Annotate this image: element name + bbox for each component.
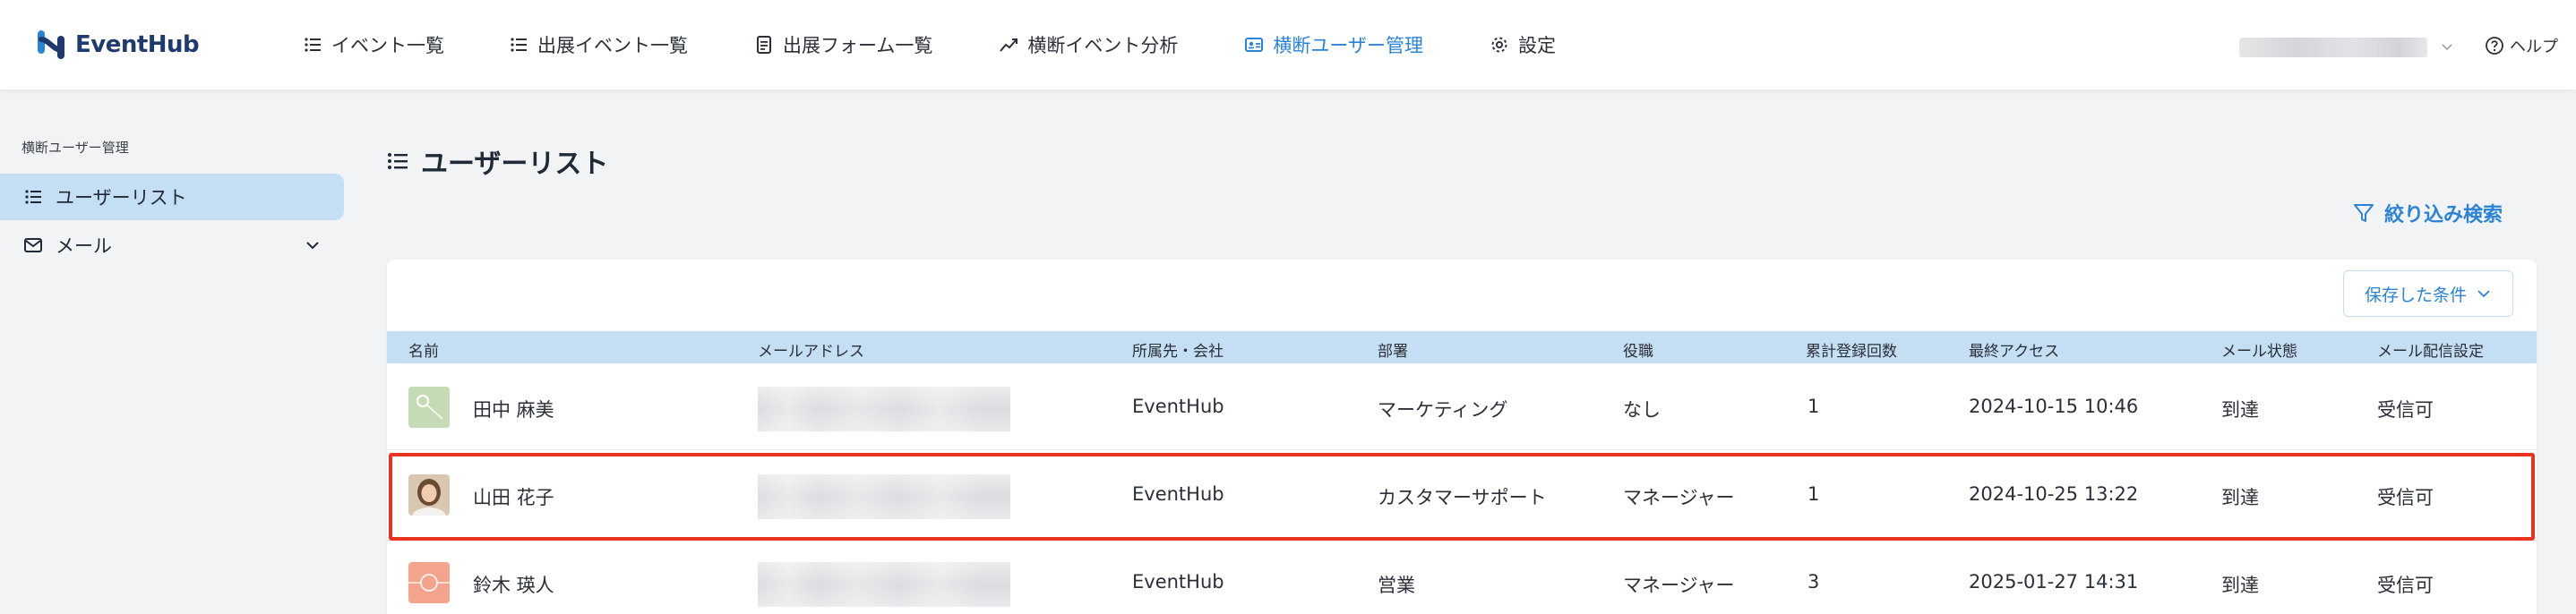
column-header-mail-setting[interactable]: メール配信設定 [2377,338,2484,361]
eventhub-logo[interactable]: EventHub [34,23,200,66]
company: EventHub [1132,396,1224,417]
eventhub-logo-icon [38,30,64,59]
sidebar-item-label: メール [56,235,112,257]
question-circle-icon [2486,37,2503,55]
mail-setting: 受信可 [2377,575,2434,596]
chevron-down-icon[interactable] [2440,39,2454,54]
nav-item-cross-event-analysis[interactable]: 横断イベント分析 [999,31,1178,58]
avatar-placeholder-icon [408,562,450,603]
user-name[interactable]: 山田 花子 [473,483,554,510]
company: EventHub [1132,483,1224,505]
user-name[interactable]: 鈴木 瑛人 [473,571,554,598]
department: マーケティング [1378,399,1508,421]
list-icon [25,190,41,204]
sidebar-item-label: ユーザーリスト [56,187,187,209]
table-row[interactable]: 山田 花子 EventHub カスタマーサポート マネージャー 1 2024-1… [387,451,2537,538]
mail-status: 到達 [2221,575,2259,596]
mail-status: 到達 [2221,487,2259,508]
sidebar-item-mail[interactable]: メール [0,222,344,269]
sidebar-heading: 横断ユーザー管理 [21,140,129,156]
nav-item-label: 横断ユーザー管理 [1273,35,1423,56]
nav-item-label: イベント一覧 [331,35,444,56]
registration-count: 1 [1807,396,1820,417]
filter-search-label: 絞り込み検索 [2384,204,2503,226]
nav-item-exhibit-event-list[interactable]: 出展イベント一覧 [509,31,688,58]
column-header-department[interactable]: 部署 [1378,338,1408,361]
column-header-title[interactable]: 役職 [1623,338,1653,361]
form-icon [757,36,771,54]
avatar [408,387,450,428]
job-title: マネージャー [1623,575,1735,596]
list-icon [305,38,321,52]
nav-item-label: 設定 [1517,35,1556,56]
table-header: 名前 メールアドレス 所属先・会社 部署 役職 累計登録回数 最終アクセス メー… [387,331,2537,363]
department: カスタマーサポート [1378,487,1547,508]
main-nav: イベント一覧 出展イベント一覧 出展フォーム一覧 横断イベント分析 横断ユーザー… [303,27,1556,63]
department: 営業 [1378,575,1415,596]
nav-item-cross-user-management[interactable]: 横断ユーザー管理 [1244,31,1423,58]
user-name[interactable]: 田中 麻美 [473,396,554,422]
top-header: EventHub イベント一覧 出展イベント一覧 出展フォーム一覧 横断イベント… [0,0,2576,90]
gear-icon [1491,37,1507,53]
page-title: ユーザーリスト [385,141,608,181]
list-icon [388,153,408,169]
column-header-name[interactable]: 名前 [408,338,439,361]
column-header-email[interactable]: メールアドレス [758,338,864,361]
sidebar-item-user-list[interactable]: ユーザーリスト [0,174,344,220]
filter-icon [2354,204,2374,222]
nav-item-exhibit-form-list[interactable]: 出展フォーム一覧 [754,31,932,58]
column-header-last-access[interactable]: 最終アクセス [1969,338,2059,361]
help-label: ヘルプ [2510,38,2558,56]
job-title: マネージャー [1623,487,1735,508]
column-header-company[interactable]: 所属先・会社 [1132,338,1224,361]
nav-item-label: 出展イベント一覧 [537,35,688,56]
list-icon [511,38,527,52]
column-header-mail-status[interactable]: メール状態 [2221,338,2297,361]
avatar [408,562,450,603]
table-row[interactable]: 田中 麻美 EventHub マーケティング なし 1 2024-10-15 1… [387,363,2537,450]
chevron-down-icon [306,242,319,250]
company: EventHub [1132,571,1224,593]
column-header-registration-count[interactable]: 累計登録回数 [1806,338,1897,361]
registration-count: 1 [1807,483,1820,505]
last-access: 2024-10-15 10:46 [1969,396,2139,417]
user-account-menu[interactable] [2239,38,2427,57]
table-row[interactable]: 鈴木 瑛人 EventHub 営業 マネージャー 3 2025-01-27 14… [387,539,2537,614]
nav-item-event-list[interactable]: イベント一覧 [303,31,444,58]
mail-status: 到達 [2221,399,2259,421]
last-access: 2024-10-25 13:22 [1969,483,2139,505]
avatar-placeholder-icon [408,387,450,428]
help-link[interactable]: ヘルプ [2485,34,2558,57]
page-title-text: ユーザーリスト [421,149,609,180]
nav-item-label: 出展フォーム一覧 [783,35,933,56]
email-redacted [758,474,1010,519]
mail-icon [24,238,42,252]
filter-search-button[interactable]: 絞り込み検索 [2352,199,2503,227]
chart-icon [1000,38,1018,52]
avatar [408,474,450,516]
saved-conditions-label: 保存した条件 [2364,285,2467,305]
id-card-icon [1245,38,1264,52]
logo-text: EventHub [75,31,200,58]
mail-setting: 受信可 [2377,399,2434,421]
user-photo-icon [408,474,450,516]
nav-item-settings[interactable]: 設定 [1490,31,1556,58]
job-title: なし [1623,399,1661,421]
registration-count: 3 [1807,571,1820,593]
last-access: 2025-01-27 14:31 [1969,571,2139,593]
mail-setting: 受信可 [2377,487,2434,508]
email-redacted [758,387,1010,431]
saved-conditions-dropdown[interactable]: 保存した条件 [2343,270,2513,317]
chevron-down-icon [2477,290,2490,298]
email-redacted [758,562,1010,607]
nav-item-label: 横断イベント分析 [1027,35,1179,56]
